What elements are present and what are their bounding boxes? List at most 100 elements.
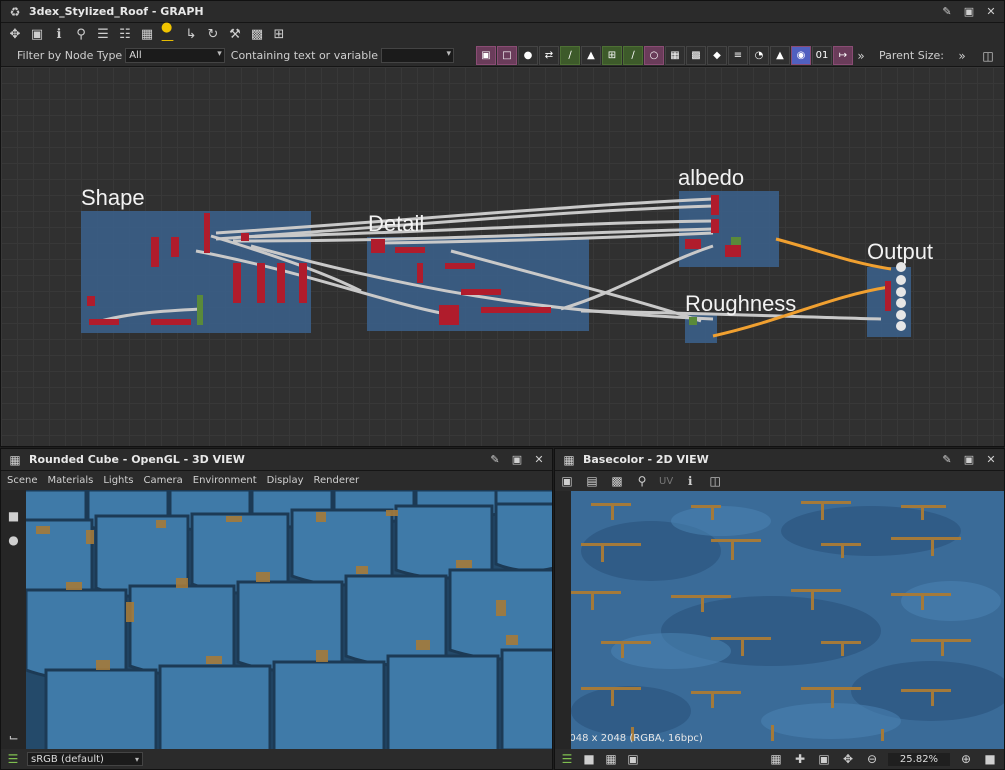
menu-renderer[interactable]: Renderer (314, 475, 360, 486)
view2d-panel: ▦ Basecolor - 2D VIEW ✎ ▣ ✕ ▣ ▤ ▩ ⚲ UV ℹ… (554, 448, 1005, 770)
colorspace-select[interactable]: sRGB (default) ▾ (27, 752, 143, 766)
fit-icon[interactable]: ▣ (816, 751, 832, 767)
graph-icon: ♻ (9, 4, 21, 19)
info-icon[interactable]: ℹ (682, 473, 698, 489)
histogram-icon[interactable]: ◫ (707, 473, 723, 489)
pin-icon[interactable]: ✎ (488, 453, 502, 467)
menu-scene[interactable]: Scene (7, 475, 38, 486)
distance-icon[interactable]: ▲ (770, 46, 790, 65)
layers-icon[interactable]: ☰ (559, 751, 575, 767)
hierarchy-icon[interactable]: ☷ (117, 26, 133, 42)
axis-icon[interactable]: ⌙ (6, 729, 22, 745)
graph-filter-bar: Filter by Node Type All ▾ Containing text… (1, 45, 1004, 67)
black-swatch-icon[interactable]: ■ (581, 751, 597, 767)
transform-icon[interactable]: ⊞ (602, 46, 622, 65)
pin-icon[interactable]: ✎ (940, 453, 954, 467)
frame-label-albedo: albedo (678, 165, 745, 190)
camera-icon[interactable]: ■ (6, 508, 22, 524)
zoom-in-icon[interactable]: ⊕ (958, 751, 974, 767)
graph-canvas[interactable]: Shape Detail albedo Roughness Output (1, 67, 1004, 446)
parent-size-more-icon[interactable]: » (954, 48, 970, 64)
graph-titlebar: ♻ 3dex_Stylized_Roof - GRAPH ✎ ▣ ✕ (1, 1, 1004, 23)
node-type-select[interactable]: All ▾ (125, 48, 225, 63)
move-icon[interactable]: ✥ (7, 26, 23, 42)
menu-materials[interactable]: Materials (48, 475, 94, 486)
align-icon[interactable]: ☰ (95, 26, 111, 42)
save-icon[interactable]: ▤ (584, 473, 600, 489)
close-icon[interactable]: ✕ (984, 5, 998, 19)
view3d-title: Rounded Cube - OpenGL - 3D VIEW (29, 453, 245, 466)
checker-icon: ▦ (563, 452, 575, 467)
curve-icon[interactable]: ∕ (560, 46, 580, 65)
color-swatch-icon[interactable]: ▣ (625, 751, 641, 767)
wrench-icon[interactable]: ⚒ (227, 26, 243, 42)
zoom-level[interactable]: 25.82% (888, 752, 950, 766)
levels-icon[interactable]: ▲ (581, 46, 601, 65)
maximize-icon[interactable]: ▣ (510, 453, 524, 467)
frame-icon[interactable]: ▦ (139, 26, 155, 42)
info-icon[interactable]: ℹ (51, 26, 67, 42)
pixel-processor-icon[interactable]: ◆ (707, 46, 727, 65)
crop-icon[interactable]: ⊞ (271, 26, 287, 42)
screenshot-icon[interactable]: ▣ (29, 26, 45, 42)
zoom-out-icon[interactable]: ⊖ (864, 751, 880, 767)
output-node-icon[interactable]: ↦ (833, 46, 853, 65)
frame-label-roughness: Roughness (685, 291, 797, 316)
uv-select[interactable]: UV (659, 476, 673, 487)
parent-size-label: Parent Size: (879, 49, 944, 62)
refresh-icon[interactable]: ↻ (205, 26, 221, 42)
svg-node-icon[interactable]: □ (497, 46, 517, 65)
view2d-viewport[interactable]: 2048 x 2048 (RGBA, 16bpc) (555, 491, 1004, 749)
view2d-title: Basecolor - 2D VIEW (583, 453, 709, 466)
warp-icon[interactable]: ○ (644, 46, 664, 65)
value-processor-icon[interactable]: 01 (812, 46, 832, 65)
close-icon[interactable]: ✕ (532, 453, 546, 467)
containing-input[interactable]: ▾ (381, 48, 454, 63)
share-icon[interactable]: ⚲ (634, 473, 650, 489)
hsl-icon[interactable]: ◉ (791, 46, 811, 65)
pan-icon[interactable]: ✥ (840, 751, 856, 767)
view2d-statusbar: ☰ ■ ▦ ▣ ▦ ✚ ▣ ✥ ⊖ 25.82% ⊕ ■ (555, 749, 1004, 769)
tile-icon[interactable]: ▣ (559, 473, 575, 489)
light-icon[interactable]: ● (6, 532, 22, 548)
cube-icon: ▦ (9, 452, 21, 467)
connect-icon[interactable]: ↳ (183, 26, 199, 42)
image-info: 2048 x 2048 (RGBA, 16bpc) (571, 733, 703, 744)
shuffle-icon[interactable]: ≡ (728, 46, 748, 65)
pin-icon[interactable]: ✎ (940, 5, 954, 19)
fx-map-icon[interactable]: ▩ (686, 46, 706, 65)
bitmap-node-icon[interactable]: ▣ (476, 46, 496, 65)
frame-label-detail: Detail (368, 211, 425, 236)
close-icon[interactable]: ✕ (984, 453, 998, 467)
layout-icon[interactable]: ◫ (980, 48, 996, 64)
normal-icon[interactable]: ◔ (749, 46, 769, 65)
uniform-color-icon[interactable]: ● (518, 46, 538, 65)
lock-icon[interactable]: ■ (982, 751, 998, 767)
view3d-panel: ▦ Rounded Cube - OpenGL - 3D VIEW ✎ ▣ ✕ … (0, 448, 553, 770)
blend-icon[interactable]: ⇄ (539, 46, 559, 65)
containing-label: Containing text or variable (230, 49, 379, 62)
grayscale-icon[interactable]: ▦ (665, 46, 685, 65)
search-icon[interactable]: ⚲ (73, 26, 89, 42)
atomic-node-buttons: ▣ □ ● ⇄ ∕ ▲ ⊞ ∕ ○ ▦ ▩ ◆ ≡ ◔ ▲ ◉ 01 ↦ (476, 46, 853, 65)
view3d-viewport[interactable] (26, 490, 552, 749)
pixel-pick-icon[interactable]: ✚ (792, 751, 808, 767)
export-icon[interactable]: ▩ (249, 26, 265, 42)
roof-render (26, 490, 552, 749)
maximize-icon[interactable]: ▣ (962, 5, 976, 19)
grid-swatch-icon[interactable]: ▦ (603, 751, 619, 767)
maximize-icon[interactable]: ▣ (962, 453, 976, 467)
more-icon[interactable]: » (853, 48, 869, 64)
graph-panel: ♻ 3dex_Stylized_Roof - GRAPH ✎ ▣ ✕ ✥ ▣ ℹ… (0, 0, 1005, 447)
menu-environment[interactable]: Environment (193, 475, 257, 486)
menu-lights[interactable]: Lights (103, 475, 133, 486)
view3d-titlebar: ▦ Rounded Cube - OpenGL - 3D VIEW ✎ ▣ ✕ (1, 449, 552, 471)
layers-icon[interactable]: ☰ (5, 751, 21, 767)
tile-grid-icon[interactable]: ▦ (768, 751, 784, 767)
gradient-map-icon[interactable]: ∕ (623, 46, 643, 65)
link-icon[interactable]: ●— (161, 21, 177, 47)
menu-display[interactable]: Display (267, 475, 304, 486)
copy-icon[interactable]: ▩ (609, 473, 625, 489)
frame-label-output: Output (867, 239, 934, 264)
menu-camera[interactable]: Camera (144, 475, 183, 486)
